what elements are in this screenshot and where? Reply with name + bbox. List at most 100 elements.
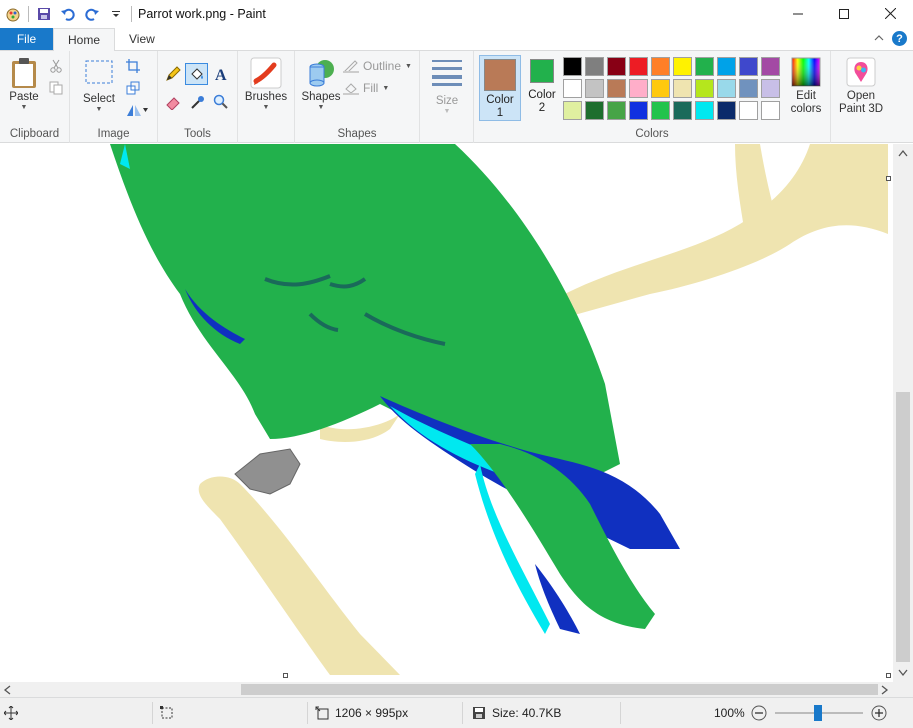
palette-swatch[interactable] — [651, 79, 670, 98]
palette-swatch[interactable] — [695, 57, 714, 76]
open-paint3d-button[interactable]: Open Paint 3D — [835, 57, 887, 116]
color1-button[interactable]: Color 1 — [479, 55, 521, 121]
crop-icon[interactable] — [124, 57, 142, 75]
canvas-resize-handle-bottom[interactable] — [283, 673, 288, 678]
canvas-resize-handle-corner[interactable] — [886, 673, 891, 678]
resize-icon[interactable] — [124, 79, 142, 97]
scroll-up-icon[interactable] — [898, 149, 908, 157]
palette-swatch[interactable] — [695, 101, 714, 120]
help-area: ? — [874, 31, 907, 46]
fill-bucket-icon[interactable] — [185, 63, 208, 85]
tab-file[interactable]: File — [0, 28, 53, 50]
palette-swatch[interactable] — [563, 79, 582, 98]
status-separator — [307, 702, 308, 724]
maximize-button[interactable] — [821, 0, 867, 27]
zoom-out-icon[interactable] — [751, 705, 767, 721]
palette-swatch[interactable] — [673, 79, 692, 98]
palette-swatch[interactable] — [717, 79, 736, 98]
palette-swatch[interactable] — [607, 101, 626, 120]
color-picker-icon[interactable] — [189, 93, 207, 111]
tab-home[interactable]: Home — [53, 28, 116, 51]
tab-view[interactable]: View — [115, 28, 169, 50]
vertical-scrollbar[interactable] — [893, 144, 913, 682]
minimize-button[interactable] — [775, 0, 821, 27]
horizontal-scrollbar[interactable] — [0, 682, 893, 697]
color-spectrum-icon — [791, 57, 821, 87]
zoom-in-icon[interactable] — [871, 705, 887, 721]
pencil-icon[interactable] — [164, 65, 182, 83]
canvas-resize-handle-right[interactable] — [886, 176, 891, 181]
select-button[interactable]: Select ▼ — [80, 59, 118, 113]
redo-icon[interactable] — [83, 5, 101, 23]
palette-swatch[interactable] — [585, 79, 604, 98]
customize-qat-icon[interactable] — [107, 5, 125, 23]
size-button[interactable]: Size ▼ — [428, 59, 466, 115]
palette-swatch[interactable] — [717, 101, 736, 120]
close-button[interactable] — [867, 0, 913, 27]
palette-swatch[interactable] — [739, 79, 758, 98]
scroll-left-icon[interactable] — [3, 685, 11, 695]
palette-swatch[interactable] — [695, 79, 714, 98]
vertical-scroll-thumb[interactable] — [896, 392, 910, 662]
palette-swatch[interactable] — [563, 101, 582, 120]
palette-swatch[interactable] — [651, 57, 670, 76]
copy-icon[interactable] — [47, 79, 65, 97]
magnifier-icon[interactable] — [212, 93, 230, 111]
palette-swatch[interactable] — [629, 79, 648, 98]
text-tool-icon[interactable]: A — [212, 65, 230, 83]
palette-swatch[interactable] — [761, 101, 780, 120]
cursor-position-icon — [4, 706, 18, 720]
palette-swatch[interactable] — [717, 57, 736, 76]
horizontal-scroll-thumb[interactable] — [241, 684, 878, 695]
image-dimensions-icon — [315, 706, 329, 720]
eraser-icon[interactable] — [164, 93, 182, 111]
file-size-text: Size: 40.7KB — [492, 706, 562, 720]
paste-label: Paste — [9, 91, 39, 103]
rotate-icon[interactable] — [124, 101, 150, 119]
palette-swatch[interactable] — [607, 57, 626, 76]
file-size: Size: 40.7KB — [472, 698, 561, 728]
clipboard-group: Paste ▼ Clipboard — [0, 51, 70, 143]
palette-swatch[interactable] — [761, 79, 780, 98]
palette-swatch[interactable] — [739, 57, 758, 76]
paste-button[interactable]: Paste ▼ — [5, 57, 43, 111]
cut-icon[interactable] — [47, 57, 65, 75]
zoom-slider[interactable] — [773, 705, 865, 721]
window-title: Parrot work.png - Paint — [138, 6, 266, 21]
outline-pencil-icon — [343, 60, 359, 73]
scroll-down-icon[interactable] — [898, 669, 908, 677]
edit-colors-button[interactable]: Edit colors — [786, 57, 826, 116]
palette-swatch[interactable] — [651, 101, 670, 120]
outline-dropdown-icon: ▼ — [405, 62, 412, 70]
palette-swatch[interactable] — [673, 57, 692, 76]
branch-lower — [198, 476, 400, 675]
palette-swatch[interactable] — [739, 101, 758, 120]
scroll-right-icon[interactable] — [881, 685, 889, 695]
paint-app-icon[interactable] — [4, 5, 22, 23]
outline-button[interactable]: Outline ▼ — [343, 59, 412, 73]
select-rectangle-icon — [85, 60, 113, 84]
palette-swatch[interactable] — [629, 57, 648, 76]
collapse-ribbon-icon[interactable] — [874, 32, 884, 46]
clipboard-icon — [12, 58, 36, 88]
fill-icon — [343, 83, 359, 95]
palette-swatch[interactable] — [761, 57, 780, 76]
quick-access-toolbar — [0, 0, 132, 27]
palette-swatch[interactable] — [673, 101, 692, 120]
undo-icon[interactable] — [59, 5, 77, 23]
shapes-button[interactable]: Shapes ▼ — [301, 57, 341, 111]
save-icon[interactable] — [35, 5, 53, 23]
help-icon[interactable]: ? — [892, 31, 907, 46]
drawing-canvas[interactable] — [0, 144, 888, 675]
palette-swatch[interactable] — [563, 57, 582, 76]
clipboard-group-label: Clipboard — [9, 128, 60, 140]
brushes-button[interactable]: Brushes ▼ — [244, 57, 288, 111]
title-bar: Parrot work.png - Paint — [0, 0, 913, 27]
palette-swatch[interactable] — [607, 79, 626, 98]
palette-swatch[interactable] — [585, 57, 604, 76]
palette-swatch[interactable] — [629, 101, 648, 120]
color2-button[interactable]: Color 2 — [524, 59, 560, 114]
fill-button[interactable]: Fill ▼ — [343, 81, 389, 95]
zoom-slider-thumb[interactable] — [813, 705, 822, 721]
palette-swatch[interactable] — [585, 101, 604, 120]
